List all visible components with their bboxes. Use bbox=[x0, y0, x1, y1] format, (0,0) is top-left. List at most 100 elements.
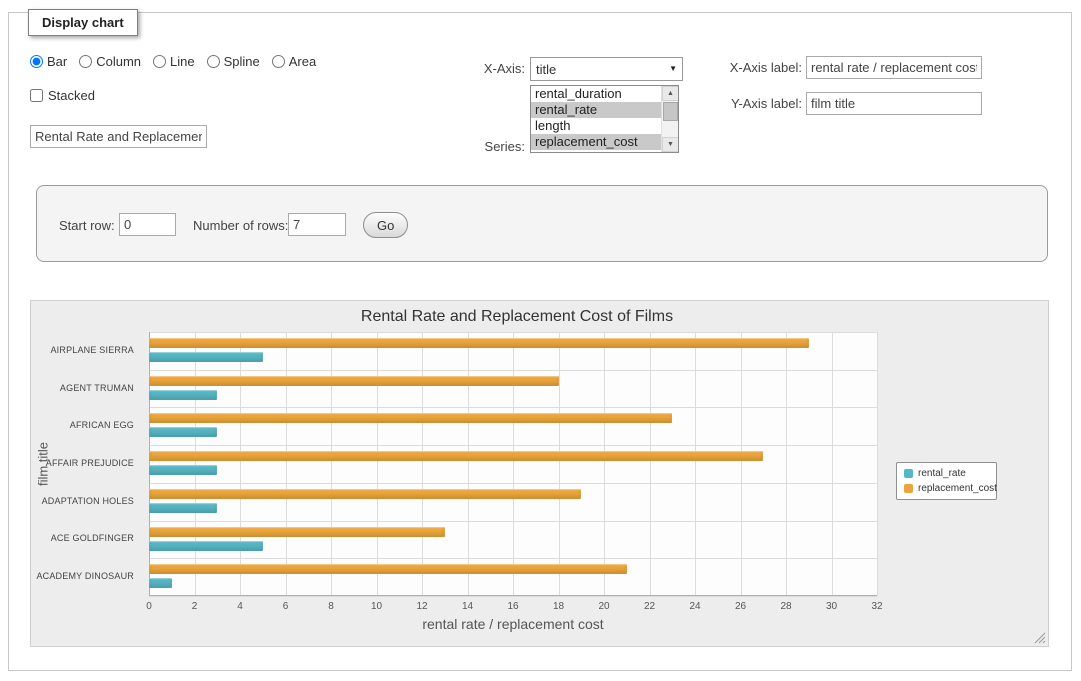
bar-replacement_cost bbox=[149, 451, 763, 461]
x-axis-tick-labels: 02468101214161820222426283032 bbox=[149, 601, 877, 615]
bar-replacement_cost bbox=[149, 413, 672, 423]
series-option-replacement_cost[interactable]: replacement_cost bbox=[531, 134, 661, 150]
x-tick-label: 4 bbox=[237, 601, 243, 612]
category-label: AGENT TRUMAN bbox=[31, 383, 143, 393]
chart-type-option[interactable]: Column bbox=[79, 54, 141, 69]
chart-type-label: Bar bbox=[47, 54, 67, 69]
gridline-vertical bbox=[195, 332, 196, 596]
chart-panel: Rental Rate and Replacement Cost of Film… bbox=[30, 300, 1049, 647]
bar-rental_rate bbox=[149, 503, 217, 513]
chart-type-option[interactable]: Area bbox=[272, 54, 316, 69]
page-title: Display chart bbox=[28, 9, 138, 36]
chart-type-label: Area bbox=[289, 54, 316, 69]
chart-type-radio-area[interactable] bbox=[272, 55, 285, 68]
y-axis-label-input[interactable] bbox=[806, 92, 982, 115]
bar-rental_rate bbox=[149, 541, 263, 551]
x-tick-label: 28 bbox=[780, 601, 791, 612]
x-axis-line bbox=[149, 595, 877, 596]
bar-rental_rate bbox=[149, 390, 217, 400]
gridline-vertical bbox=[877, 332, 878, 596]
x-tick-label: 18 bbox=[553, 601, 564, 612]
category-label: AIRPLANE SIERRA bbox=[31, 345, 143, 355]
series-scrollbar[interactable]: ▲ ▼ bbox=[661, 86, 678, 152]
x-tick-label: 20 bbox=[598, 601, 609, 612]
y-axis-label-label: Y-Axis label: bbox=[710, 96, 802, 111]
bar-rental_rate bbox=[149, 465, 217, 475]
stacked-option[interactable]: Stacked bbox=[30, 88, 95, 103]
bar-replacement_cost bbox=[149, 489, 581, 499]
bar-rental_rate bbox=[149, 427, 217, 437]
gridline-vertical bbox=[240, 332, 241, 596]
x-axis-select-wrap: title ▼ bbox=[530, 57, 683, 81]
number-of-rows-label: Number of rows: bbox=[193, 218, 288, 233]
legend-item-rental_rate[interactable]: rental_rate bbox=[904, 468, 989, 479]
gridline-vertical bbox=[695, 332, 696, 596]
gridline-vertical bbox=[331, 332, 332, 596]
gridline-vertical bbox=[286, 332, 287, 596]
stacked-label: Stacked bbox=[48, 88, 95, 103]
chart-type-radio-bar[interactable] bbox=[30, 55, 43, 68]
gridline-vertical bbox=[786, 332, 787, 596]
gridline-vertical bbox=[650, 332, 651, 596]
x-tick-label: 6 bbox=[283, 601, 289, 612]
x-tick-label: 12 bbox=[416, 601, 427, 612]
scrollbar-down-arrow-icon[interactable]: ▼ bbox=[662, 137, 679, 152]
x-tick-label: 14 bbox=[462, 601, 473, 612]
chart-title-input[interactable] bbox=[30, 125, 207, 148]
x-tick-label: 30 bbox=[826, 601, 837, 612]
category-label: AFRICAN EGG bbox=[31, 420, 143, 430]
chart-legend: rental_rate replacement_cost bbox=[896, 462, 997, 500]
gridline-vertical bbox=[604, 332, 605, 596]
series-options-list: rental_durationrental_ratelengthreplacem… bbox=[531, 86, 661, 152]
number-of-rows-input[interactable] bbox=[288, 213, 346, 236]
x-axis-label-input[interactable] bbox=[806, 56, 982, 79]
bar-rental_rate bbox=[149, 352, 263, 362]
x-tick-label: 26 bbox=[735, 601, 746, 612]
x-axis-title: rental rate / replacement cost bbox=[149, 616, 877, 632]
legend-label: rental_rate bbox=[918, 468, 966, 479]
x-axis-select[interactable]: title bbox=[530, 57, 683, 81]
rows-panel: Start row: Number of rows: Go bbox=[36, 185, 1048, 262]
bar-replacement_cost bbox=[149, 376, 559, 386]
bar-replacement_cost bbox=[149, 338, 809, 348]
legend-swatch-rental_rate bbox=[904, 469, 913, 478]
chart-type-label: Spline bbox=[224, 54, 260, 69]
series-option-length[interactable]: length bbox=[531, 118, 661, 134]
bar-replacement_cost bbox=[149, 527, 445, 537]
bar-rental_rate bbox=[149, 578, 172, 588]
chart-type-radio-group: Bar Column Line Spline Area bbox=[30, 54, 316, 69]
chart-type-radio-line[interactable] bbox=[153, 55, 166, 68]
start-row-input[interactable] bbox=[119, 213, 176, 236]
scrollbar-up-arrow-icon[interactable]: ▲ bbox=[662, 86, 679, 101]
chart-title: Rental Rate and Replacement Cost of Film… bbox=[31, 308, 1003, 326]
start-row-label: Start row: bbox=[59, 218, 115, 233]
x-tick-label: 8 bbox=[328, 601, 334, 612]
series-listbox: rental_durationrental_ratelengthreplacem… bbox=[530, 85, 679, 153]
x-axis-label-label: X-Axis label: bbox=[710, 60, 802, 75]
x-tick-label: 24 bbox=[689, 601, 700, 612]
legend-swatch-replacement_cost bbox=[904, 484, 913, 493]
chart-type-radio-spline[interactable] bbox=[207, 55, 220, 68]
gridline-vertical bbox=[513, 332, 514, 596]
x-tick-label: 16 bbox=[507, 601, 518, 612]
x-tick-label: 10 bbox=[371, 601, 382, 612]
gridline-vertical bbox=[832, 332, 833, 596]
chart-type-radio-column[interactable] bbox=[79, 55, 92, 68]
chart-type-option[interactable]: Line bbox=[153, 54, 195, 69]
go-button[interactable]: Go bbox=[363, 212, 408, 238]
plot-area bbox=[149, 332, 877, 596]
legend-label: replacement_cost bbox=[918, 483, 997, 494]
chart-type-option[interactable]: Spline bbox=[207, 54, 260, 69]
display-chart-page: Display chart Bar Column Line Spline Area St… bbox=[0, 0, 1081, 681]
legend-item-replacement_cost[interactable]: replacement_cost bbox=[904, 483, 989, 494]
resize-grip-icon[interactable] bbox=[1034, 632, 1046, 644]
stacked-checkbox[interactable] bbox=[30, 89, 43, 102]
y-axis-title: film title bbox=[36, 442, 51, 486]
x-tick-label: 0 bbox=[146, 601, 152, 612]
x-tick-label: 2 bbox=[192, 601, 198, 612]
series-option-rental_duration[interactable]: rental_duration bbox=[531, 86, 661, 102]
series-option-rental_rate[interactable]: rental_rate bbox=[531, 102, 661, 118]
bar-replacement_cost bbox=[149, 564, 627, 574]
scrollbar-thumb[interactable] bbox=[663, 102, 678, 121]
chart-type-option[interactable]: Bar bbox=[30, 54, 67, 69]
